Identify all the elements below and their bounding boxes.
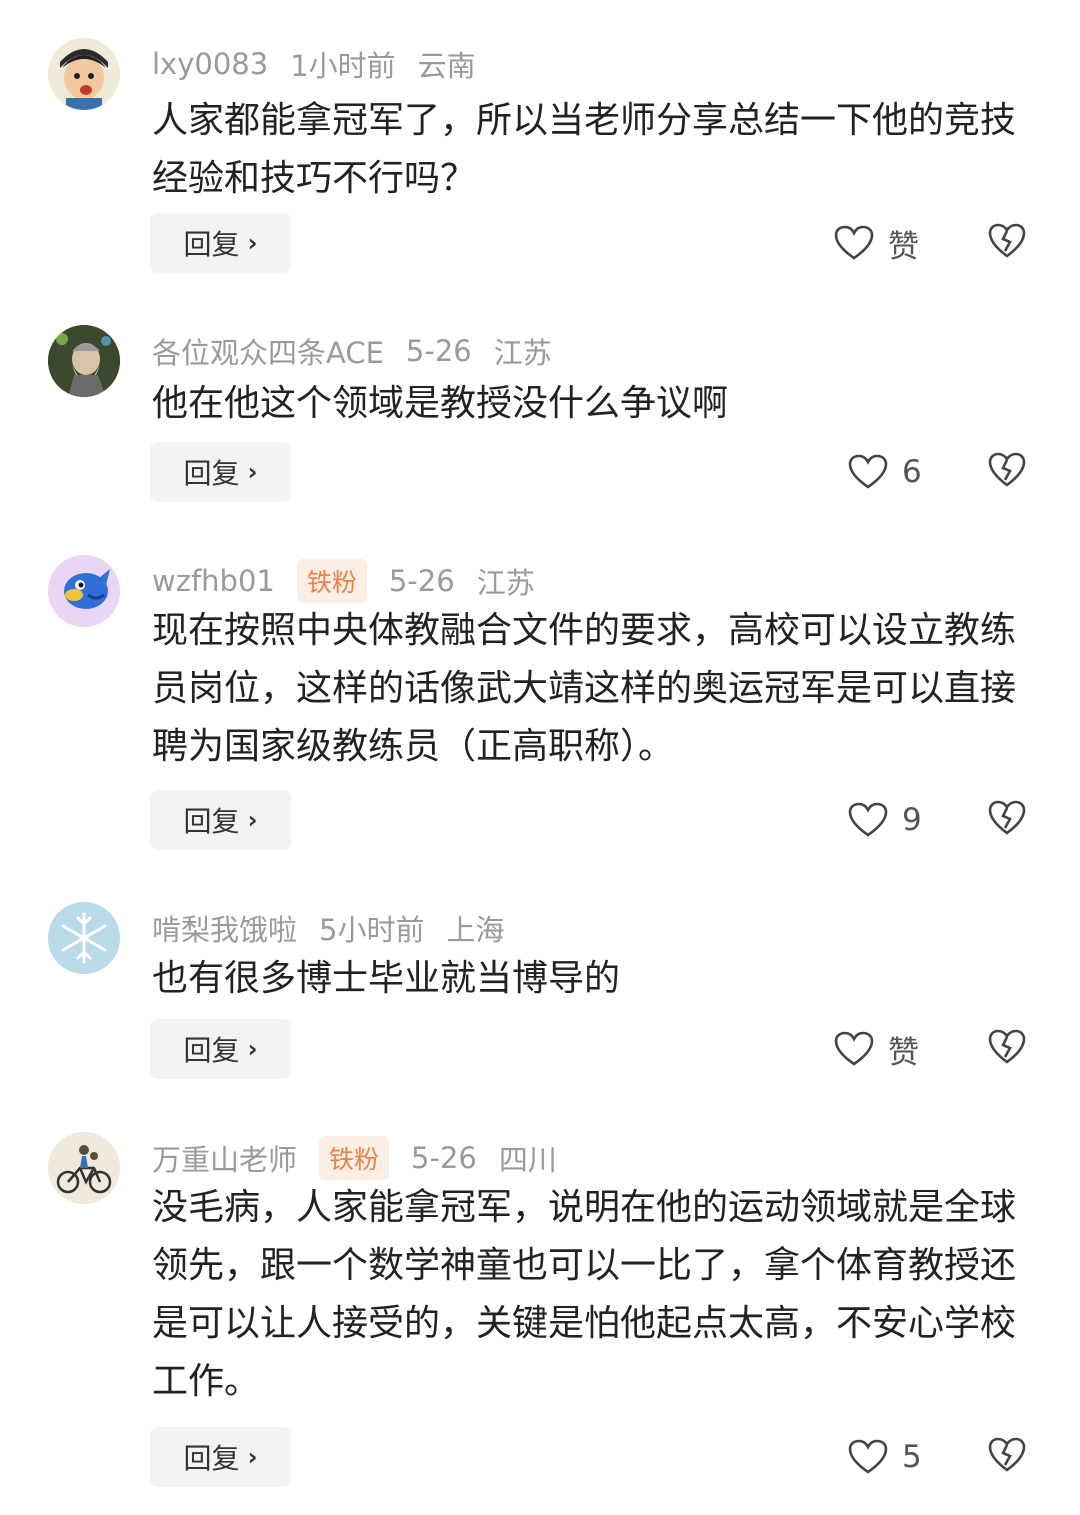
chevron-right-icon: ›: [247, 1443, 258, 1471]
comment-text: 没毛病，人家能拿冠军，说明在他的运动领域就是全球领先，跟一个数学神童也可以一比了…: [152, 1187, 1017, 1402]
location: 四川: [498, 1143, 557, 1177]
comment-meta: 各位观众四条ACE 5-26 江苏: [152, 331, 574, 371]
location: 江苏: [493, 336, 552, 370]
avatar[interactable]: [48, 38, 120, 110]
username[interactable]: wzfhb01: [152, 564, 275, 598]
like-button[interactable]: 赞: [834, 1027, 919, 1071]
comment-meta: 万重山老师 铁粉 5-26 四川: [152, 1136, 579, 1180]
like-button[interactable]: 9: [848, 798, 922, 842]
avatar[interactable]: [48, 555, 120, 627]
reply-button[interactable]: 回复 ›: [150, 442, 291, 502]
chevron-right-icon: ›: [247, 229, 258, 257]
comment-text: 也有很多博士毕业就当博导的: [152, 958, 621, 999]
blue-bird-avatar-icon: [48, 555, 120, 627]
fan-badge: 铁粉: [296, 559, 367, 603]
reply-label: 回复: [183, 228, 240, 261]
comment-text: 他在他这个领域是教授没什么争议啊: [152, 383, 729, 424]
comment-actions: 回复 › 赞: [0, 1019, 1080, 1079]
timestamp: 5-26: [405, 334, 472, 368]
comment-meta: wzfhb01 铁粉 5-26 江苏: [152, 559, 557, 603]
username[interactable]: lxy0083: [152, 47, 268, 81]
like-count: 赞: [888, 1034, 919, 1071]
avatar[interactable]: [48, 1132, 120, 1204]
chevron-right-icon: ›: [247, 806, 258, 834]
like-button[interactable]: 赞: [834, 221, 919, 265]
like-count: 9: [902, 802, 922, 838]
timestamp: 5-26: [411, 1141, 477, 1175]
chevron-right-icon: ›: [247, 458, 258, 486]
comment-actions: 回复 › 6: [0, 442, 1080, 502]
chevron-right-icon: ›: [247, 1035, 258, 1063]
like-button[interactable]: 6: [848, 450, 922, 494]
heart-icon: [848, 454, 888, 489]
comment-meta: lxy0083 1小时前 云南: [152, 44, 498, 84]
like-count: 赞: [888, 228, 919, 265]
timestamp: 5-26: [388, 564, 455, 598]
fan-badge: 铁粉: [319, 1136, 390, 1180]
broken-heart-icon[interactable]: [988, 223, 1026, 259]
heart-icon: [848, 802, 888, 837]
broken-heart-icon[interactable]: [988, 452, 1026, 488]
timestamp: 5小时前: [319, 913, 425, 947]
username[interactable]: 各位观众四条ACE: [152, 330, 384, 372]
broken-heart-icon[interactable]: [988, 1029, 1026, 1065]
timestamp: 1小时前: [290, 49, 396, 83]
heart-icon: [834, 225, 874, 260]
like-count: 5: [902, 1439, 922, 1475]
wizard-avatar-icon: [48, 325, 120, 397]
location: 云南: [417, 49, 476, 83]
cartoon-boy-avatar-icon: [48, 38, 120, 110]
comment-text: 现在按照中央体教融合文件的要求，高校可以设立教练员岗位，这样的话像武大靖这样的奥…: [152, 610, 1017, 767]
like-button[interactable]: 5: [848, 1435, 922, 1479]
comment-actions: 回复 › 赞: [0, 213, 1080, 273]
comment-text: 人家都能拿冠军了，所以当老师分享总结一下他的竞技经验和技巧不行吗？: [152, 100, 1017, 199]
location: 江苏: [476, 566, 535, 600]
comment-actions: 回复 › 9: [0, 790, 1080, 850]
bicycle-avatar-icon: [48, 1132, 120, 1204]
comment-actions: 回复 › 5: [0, 1427, 1080, 1487]
heart-icon: [834, 1031, 874, 1066]
reply-label: 回复: [183, 1442, 240, 1475]
broken-heart-icon[interactable]: [988, 1437, 1026, 1473]
broken-heart-icon[interactable]: [988, 800, 1026, 836]
location: 上海: [446, 913, 505, 947]
heart-icon: [848, 1439, 888, 1474]
reply-button[interactable]: 回复 ›: [150, 1019, 291, 1079]
like-count: 6: [902, 454, 922, 490]
avatar[interactable]: [48, 902, 120, 974]
snowflake-avatar-icon: [48, 902, 120, 974]
reply-button[interactable]: 回复 ›: [150, 213, 291, 273]
comment-meta: 啃梨我饿啦 5小时前 上海: [152, 908, 526, 948]
username[interactable]: 万重山老师: [152, 1137, 297, 1179]
avatar[interactable]: [48, 325, 120, 397]
reply-label: 回复: [183, 457, 240, 490]
reply-label: 回复: [183, 1034, 240, 1067]
reply-label: 回复: [183, 805, 240, 838]
reply-button[interactable]: 回复 ›: [150, 790, 291, 850]
reply-button[interactable]: 回复 ›: [150, 1427, 291, 1487]
username[interactable]: 啃梨我饿啦: [152, 907, 297, 949]
